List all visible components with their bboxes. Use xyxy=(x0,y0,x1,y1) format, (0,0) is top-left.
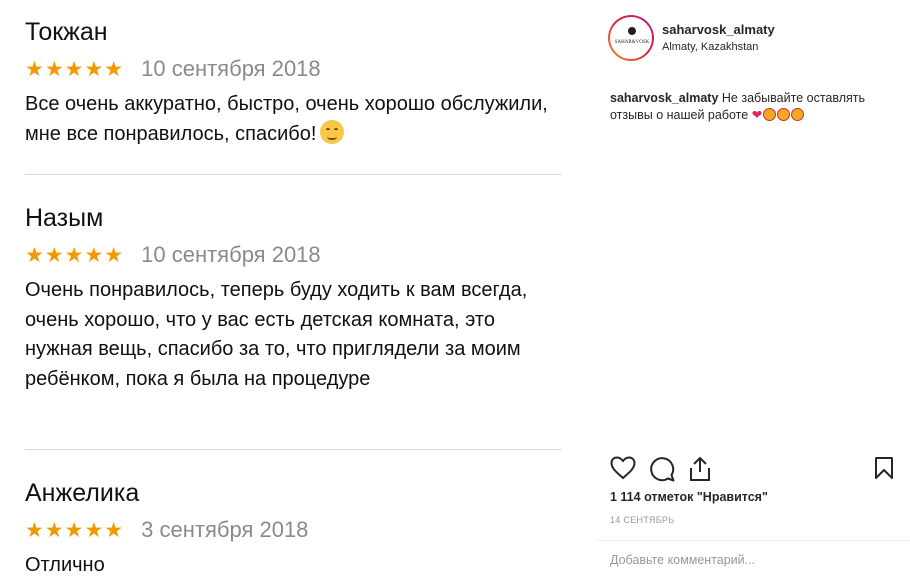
comment-input[interactable]: Добавьте комментарий... xyxy=(610,553,755,567)
smiling-face-emoji-icon xyxy=(320,119,345,144)
review-text: Отлично xyxy=(25,554,105,576)
like-heart-icon[interactable] xyxy=(610,456,636,480)
reviewer-name: Анжелика xyxy=(25,479,140,507)
post-caption: saharvosk_almaty Не забывайте оставлять … xyxy=(610,90,890,124)
review-meta: ★★★★★ 3 сентября 2018 xyxy=(25,517,562,543)
caption-username[interactable]: saharvosk_almaty xyxy=(610,91,718,105)
review-date: 3 сентября 2018 xyxy=(141,517,309,542)
likes-count[interactable]: 1 114 отметок "Нравится" xyxy=(610,490,768,504)
bookmark-icon[interactable] xyxy=(874,456,894,480)
post-date[interactable]: 14 СЕНТЯБРЬ xyxy=(610,515,674,525)
comment-icon[interactable] xyxy=(649,456,675,482)
star-struck-emoji-icon xyxy=(763,108,777,121)
review-date: 10 сентября 2018 xyxy=(141,242,321,267)
rating-stars: ★★★★★ xyxy=(25,243,125,267)
logo-mark-icon xyxy=(628,27,636,35)
post-actions xyxy=(610,456,895,482)
post-username[interactable]: saharvosk_almaty xyxy=(662,22,775,37)
review-date: 10 сентября 2018 xyxy=(141,56,321,81)
review-card: Токжан ★★★★★ 10 сентября 2018 Все очень … xyxy=(25,17,562,149)
review-divider xyxy=(25,174,562,175)
red-heart-emoji-icon: ❤ xyxy=(751,108,763,122)
reviewer-name: Назым xyxy=(25,204,104,232)
review-meta: ★★★★★ 10 сентября 2018 xyxy=(25,242,562,268)
reviews-panel: Токжан ★★★★★ 10 сентября 2018 Все очень … xyxy=(0,0,585,580)
avatar-logo: SAHAR&VOSK xyxy=(614,40,650,45)
review-card: Назым ★★★★★ 10 сентября 2018 Очень понра… xyxy=(25,203,562,394)
star-struck-emoji-icon xyxy=(791,108,805,121)
avatar-image: SAHAR&VOSK xyxy=(610,17,652,59)
review-text-content: Все очень аккуратно, быстро, очень хорош… xyxy=(25,93,548,145)
review-meta: ★★★★★ 10 сентября 2018 xyxy=(25,56,562,82)
avatar[interactable]: SAHAR&VOSK xyxy=(608,15,654,61)
review-card: Анжелика ★★★★★ 3 сентября 2018 Отлично xyxy=(25,478,562,580)
rating-stars: ★★★★★ xyxy=(25,518,125,542)
post-location[interactable]: Almaty, Kazakhstan xyxy=(662,41,758,53)
reviewer-name: Токжан xyxy=(25,18,108,46)
comment-divider xyxy=(595,540,910,541)
star-struck-emoji-icon xyxy=(777,108,791,121)
review-text: Все очень аккуратно, быстро, очень хорош… xyxy=(25,90,562,149)
review-text: Очень понравилось, теперь буду ходить к … xyxy=(25,279,528,390)
review-divider xyxy=(25,449,562,450)
rating-stars: ★★★★★ xyxy=(25,57,125,81)
share-icon[interactable] xyxy=(688,456,712,482)
